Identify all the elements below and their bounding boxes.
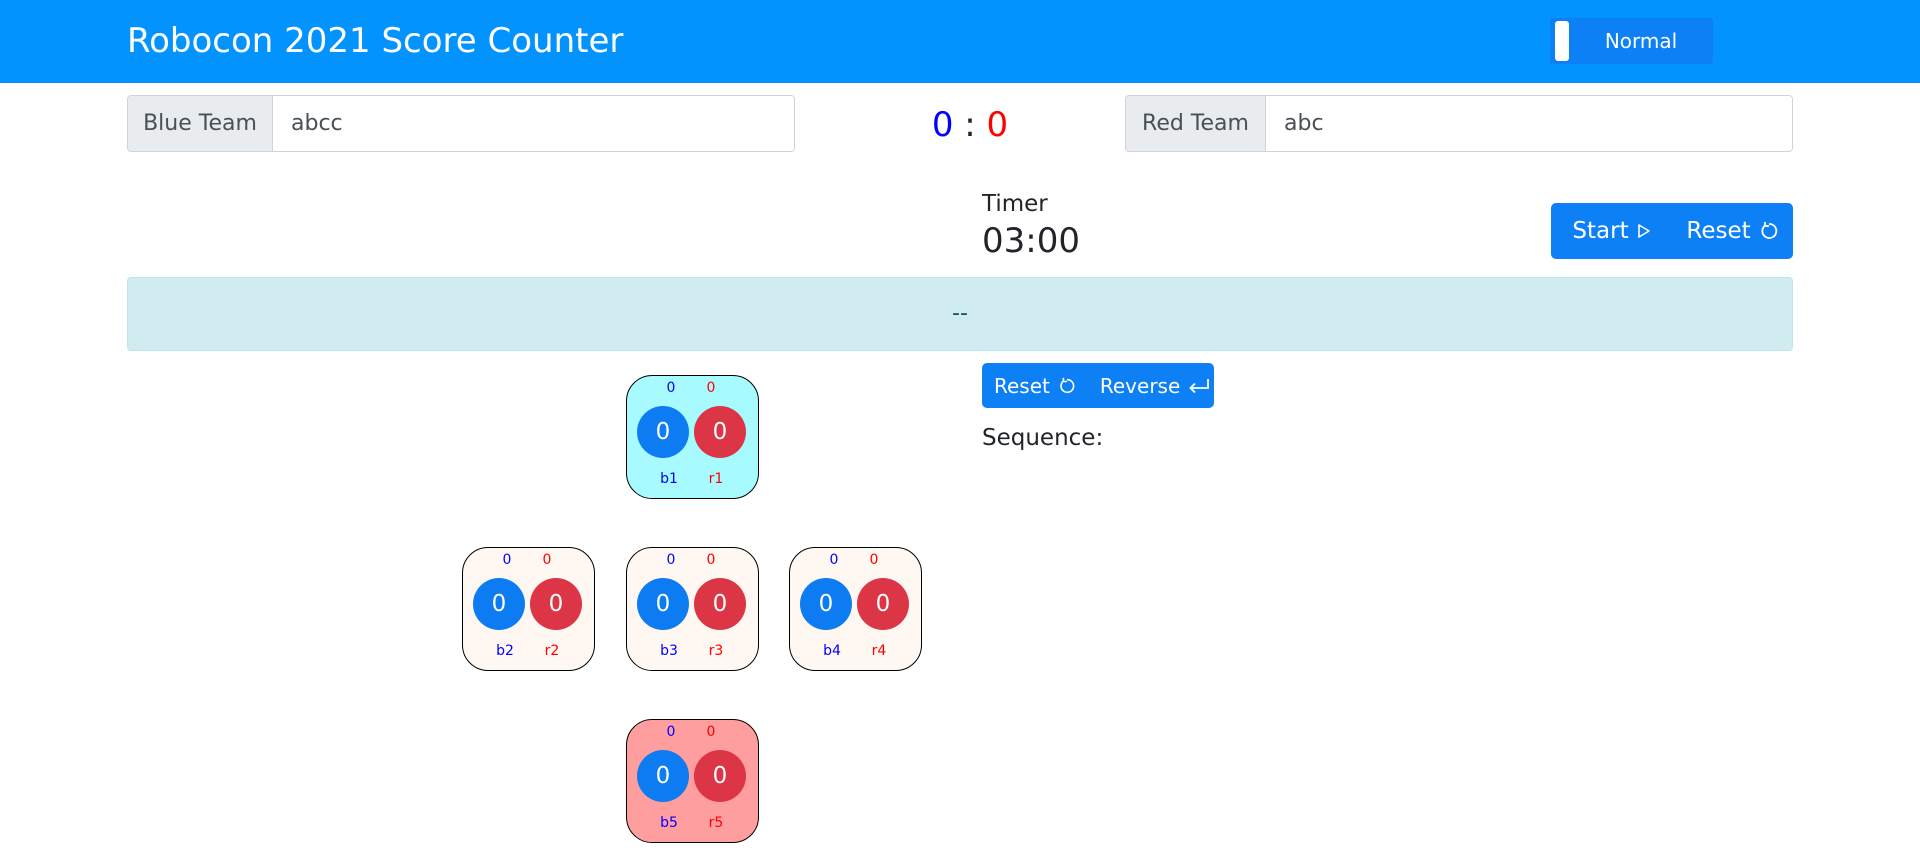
pot-blue-name: b5 xyxy=(660,815,678,831)
pot-red-count: 0 xyxy=(542,552,552,568)
pot-blue-score-button[interactable]: 0 xyxy=(637,406,689,458)
sequence-reset-button[interactable]: Reset xyxy=(982,363,1088,408)
app-title: Robocon 2021 Score Counter xyxy=(127,21,624,61)
pot-red-score-button[interactable]: 0 xyxy=(694,578,746,630)
pot-blue-name: b3 xyxy=(660,643,678,659)
pot-red-count: 0 xyxy=(706,380,716,396)
blue-total-score: 0 xyxy=(931,105,954,145)
pot-red-count: 0 xyxy=(706,552,716,568)
timer-reset-label: Reset xyxy=(1686,218,1751,244)
pot-blue-score-button[interactable]: 0 xyxy=(637,578,689,630)
timer-start-label: Start xyxy=(1572,218,1629,244)
pot-blue-name: b1 xyxy=(660,471,678,487)
pot-blue-name: b2 xyxy=(496,643,514,659)
pot-blue-score-button[interactable]: 0 xyxy=(800,578,852,630)
pot-blue-count: 0 xyxy=(666,552,676,568)
timer-start-button[interactable]: Start xyxy=(1551,203,1672,259)
red-team-group: Red Team xyxy=(1125,95,1793,152)
pot-red-name: r1 xyxy=(708,471,724,487)
navbar: Robocon 2021 Score Counter Normal xyxy=(0,0,1920,83)
pot-blue-count: 0 xyxy=(829,552,839,568)
sequence-label: Sequence: xyxy=(982,425,1104,451)
pot-red-score-button[interactable]: 0 xyxy=(694,750,746,802)
pot-5: 0 0 0 0 b5 r5 xyxy=(626,719,759,843)
pot-red-name: r5 xyxy=(708,815,724,831)
timer-label: Timer xyxy=(982,191,1048,217)
red-total-score: 0 xyxy=(986,105,1009,145)
pot-red-count: 0 xyxy=(869,552,879,568)
sequence-reverse-button[interactable]: Reverse xyxy=(1088,363,1214,408)
timer-value: 03:00 xyxy=(982,221,1080,261)
mode-toggle[interactable]: Normal xyxy=(1550,18,1713,64)
pot-blue-count: 0 xyxy=(502,552,512,568)
pot-1: 0 0 0 0 b1 r1 xyxy=(626,375,759,499)
blue-team-group: Blue Team xyxy=(127,95,795,152)
scoreline: 0 : 0 xyxy=(920,102,1020,148)
pot-blue-count: 0 xyxy=(666,724,676,740)
return-arrow-icon xyxy=(1189,378,1210,393)
status-bar: -- xyxy=(127,277,1793,351)
pot-red-name: r2 xyxy=(544,643,560,659)
pot-red-name: r3 xyxy=(708,643,724,659)
red-team-input[interactable] xyxy=(1266,96,1792,151)
pot-3: 0 0 0 0 b3 r3 xyxy=(626,547,759,671)
score-separator: : xyxy=(964,105,976,145)
play-icon xyxy=(1637,224,1650,238)
blue-team-input[interactable] xyxy=(273,96,794,151)
pot-red-score-button[interactable]: 0 xyxy=(530,578,582,630)
pot-blue-count: 0 xyxy=(666,380,676,396)
mode-label: Normal xyxy=(1604,29,1678,53)
pot-red-score-button[interactable]: 0 xyxy=(694,406,746,458)
timer-reset-button[interactable]: Reset xyxy=(1672,203,1793,259)
pot-red-name: r4 xyxy=(871,643,887,659)
pot-2: 0 0 0 0 b2 r2 xyxy=(462,547,595,671)
sequence-reset-label: Reset xyxy=(994,373,1050,398)
sequence-reverse-label: Reverse xyxy=(1099,373,1181,398)
reset-icon xyxy=(1060,377,1075,393)
reset-icon xyxy=(1761,222,1777,239)
pot-blue-score-button[interactable]: 0 xyxy=(473,578,525,630)
pot-red-score-button[interactable]: 0 xyxy=(857,578,909,630)
pot-blue-score-button[interactable]: 0 xyxy=(637,750,689,802)
sequence-button-group: Reset Reverse xyxy=(982,363,1214,408)
pot-red-count: 0 xyxy=(706,724,716,740)
blue-team-addon: Blue Team xyxy=(128,96,273,151)
red-team-addon: Red Team xyxy=(1126,96,1266,151)
mode-toggle-knob[interactable] xyxy=(1555,21,1569,61)
pot-blue-name: b4 xyxy=(823,643,841,659)
pot-4: 0 0 0 0 b4 r4 xyxy=(789,547,922,671)
timer-button-group: Start Reset xyxy=(1551,203,1793,259)
